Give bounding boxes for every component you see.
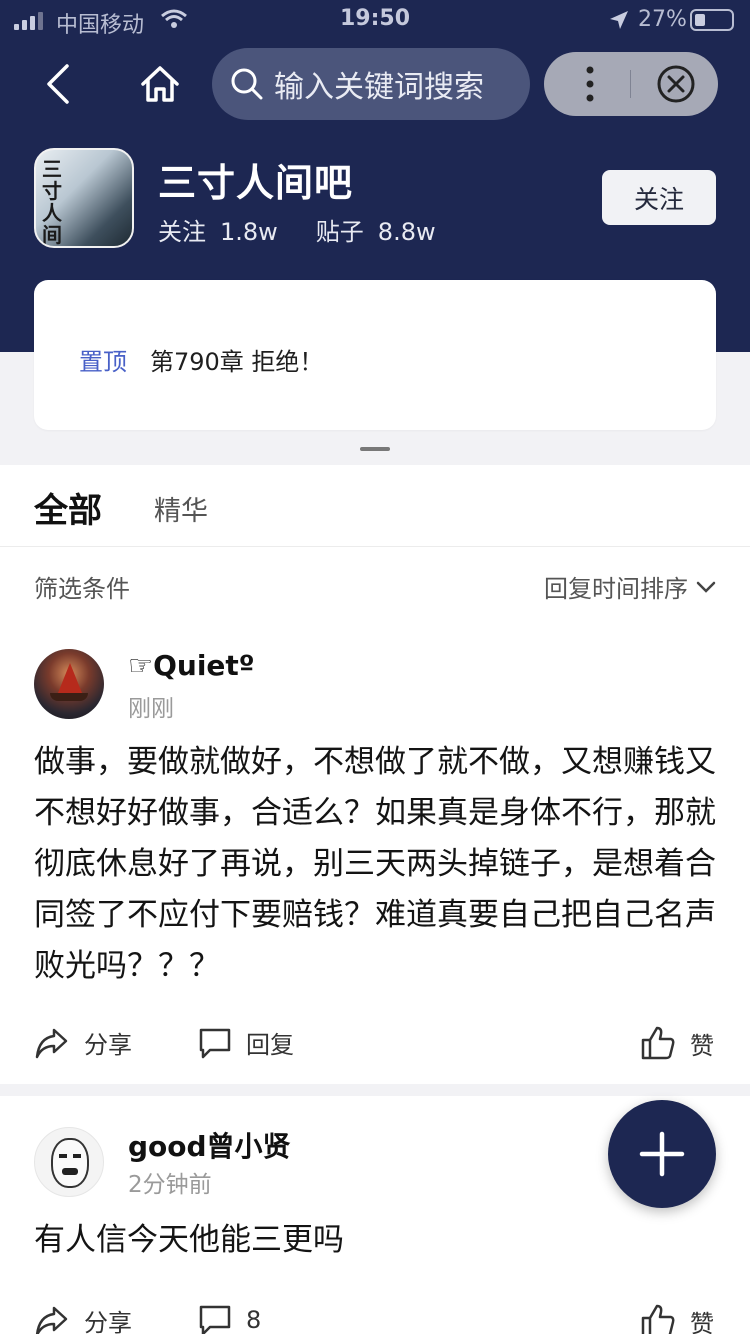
reply-button[interactable]: 8 xyxy=(198,1303,261,1334)
sort-dropdown[interactable]: 回复时间排序 xyxy=(544,569,716,604)
post-username[interactable]: ☞Quietº xyxy=(128,649,255,682)
follow-button[interactable]: 关注 xyxy=(602,170,716,225)
comment-icon xyxy=(199,1305,231,1334)
post-actions: 分享 回复 赞 xyxy=(34,1025,716,1065)
like-button[interactable]: 赞 xyxy=(640,1025,714,1061)
status-bar: 中国移动 19:50 27% xyxy=(0,0,750,40)
post-content[interactable]: 做事，要做就做好，不想做了就不做，又想赚钱又不想好好做事，合适么？如果真是身体不… xyxy=(34,737,720,992)
follow-count-stat: 关注 1.8w xyxy=(158,218,278,246)
back-button[interactable] xyxy=(30,56,86,112)
comment-icon xyxy=(199,1028,231,1058)
search-icon xyxy=(231,68,263,100)
pinned-tag: 置顶 xyxy=(79,348,127,376)
forum-avatar-art: 三寸人间 xyxy=(42,157,62,247)
pinned-title: 第790章 拒绝！ xyxy=(150,348,324,376)
user-avatar[interactable] xyxy=(34,1127,104,1197)
share-icon xyxy=(35,1306,68,1334)
sort-label: 回复时间排序 xyxy=(544,575,688,603)
user-avatar[interactable] xyxy=(34,649,104,719)
battery-percent: 27% xyxy=(638,7,687,32)
tab-divider xyxy=(0,546,750,547)
share-icon xyxy=(35,1028,68,1058)
chevron-down-icon xyxy=(696,581,716,593)
home-icon xyxy=(141,66,179,102)
post-count-stat: 贴子 8.8w xyxy=(315,218,436,246)
post-username[interactable]: good曾小贤 xyxy=(128,1125,291,1165)
post-list: 全部 精华 筛选条件 回复时间排序 ☞Quietº 刚刚 做事，要做就做好，不想… xyxy=(0,465,750,1334)
post-time: 2分钟前 xyxy=(128,1172,212,1198)
more-button[interactable] xyxy=(562,52,618,116)
forum-avatar[interactable]: 三寸人间 xyxy=(34,148,134,248)
post-divider xyxy=(0,1084,750,1096)
miniapp-capsule xyxy=(544,52,718,116)
more-dots-icon xyxy=(586,66,594,102)
share-button[interactable]: 分享 xyxy=(34,1025,132,1060)
search-bar[interactable]: 输入关键词搜索 xyxy=(212,48,530,120)
capsule-divider xyxy=(630,70,631,98)
search-placeholder: 输入关键词搜索 xyxy=(274,70,484,105)
post-content[interactable]: 有人信今天他能三更吗 xyxy=(34,1215,720,1266)
post-actions: 分享 8 赞 xyxy=(34,1303,716,1334)
pinned-post[interactable]: 置顶 第790章 拒绝！ xyxy=(34,280,716,430)
forum-name: 三寸人间吧 xyxy=(158,161,354,205)
back-arrow-icon xyxy=(47,64,69,104)
close-icon xyxy=(657,65,695,103)
new-post-button[interactable] xyxy=(608,1100,716,1208)
like-button[interactable]: 赞 xyxy=(640,1303,714,1334)
location-icon xyxy=(608,9,630,37)
filter-button[interactable]: 筛选条件 xyxy=(34,569,130,604)
plus-icon xyxy=(639,1131,685,1177)
home-button[interactable] xyxy=(132,56,188,112)
tab-all[interactable]: 全部 xyxy=(34,483,102,532)
share-button[interactable]: 分享 xyxy=(34,1303,132,1334)
battery-icon xyxy=(690,9,734,31)
forum-stats: 关注 1.8w 贴子 8.8w xyxy=(158,212,436,247)
reply-button[interactable]: 回复 xyxy=(198,1025,294,1060)
tab-best[interactable]: 精华 xyxy=(154,489,208,528)
drag-handle[interactable] xyxy=(360,447,390,451)
close-button[interactable] xyxy=(644,52,708,116)
thumbs-up-icon xyxy=(641,1304,675,1334)
thumbs-up-icon xyxy=(641,1026,675,1060)
post-time: 刚刚 xyxy=(128,696,174,722)
